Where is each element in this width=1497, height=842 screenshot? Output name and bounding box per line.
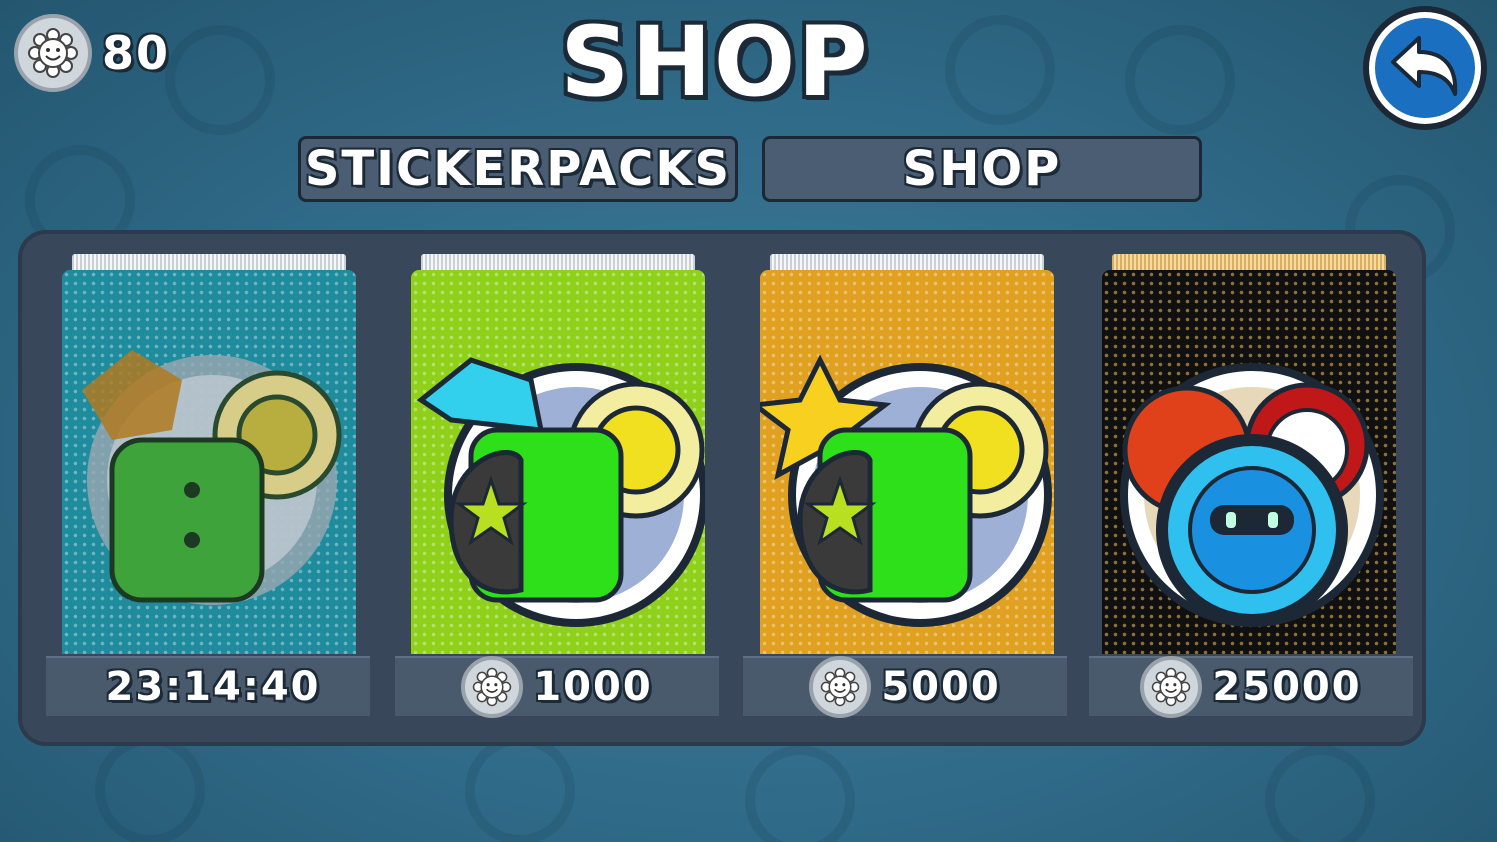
pack-3-price: 5000 — [881, 664, 1001, 710]
pack-3-art — [760, 354, 1052, 627]
back-arrow-icon — [1391, 36, 1458, 96]
tab-shop[interactable]: SHOP — [762, 136, 1202, 202]
pack-2-buy-button[interactable]: 1000 — [395, 656, 719, 718]
sticker-pack-1[interactable] — [62, 254, 356, 654]
pack-1-timer: 23:14:40 — [46, 656, 370, 716]
pack-1-price: 23:14:40 — [105, 664, 321, 710]
flower-coin-icon — [809, 656, 872, 718]
pack-2-price: 1000 — [533, 664, 653, 710]
pack-4-art — [1120, 363, 1384, 627]
pack-2-art — [416, 357, 705, 627]
flower-coin-icon — [461, 656, 524, 718]
pack-4-price: 25000 — [1212, 664, 1362, 710]
pack-4-buy-button[interactable]: 25000 — [1089, 656, 1413, 718]
pack-1-art — [82, 350, 342, 605]
tab-stickerpacks[interactable]: STICKERPACKS — [298, 136, 738, 202]
packs-panel: 23:14:40 1000 5000 25000 — [18, 230, 1426, 746]
flower-coin-icon — [1140, 656, 1203, 718]
pack-3-buy-button[interactable]: 5000 — [743, 656, 1067, 718]
sticker-pack-3[interactable] — [760, 254, 1054, 654]
sticker-pack-2[interactable] — [411, 254, 705, 654]
page-title: SHOP — [560, 6, 870, 118]
back-button[interactable] — [1363, 6, 1487, 130]
sticker-pack-4[interactable] — [1102, 254, 1396, 654]
